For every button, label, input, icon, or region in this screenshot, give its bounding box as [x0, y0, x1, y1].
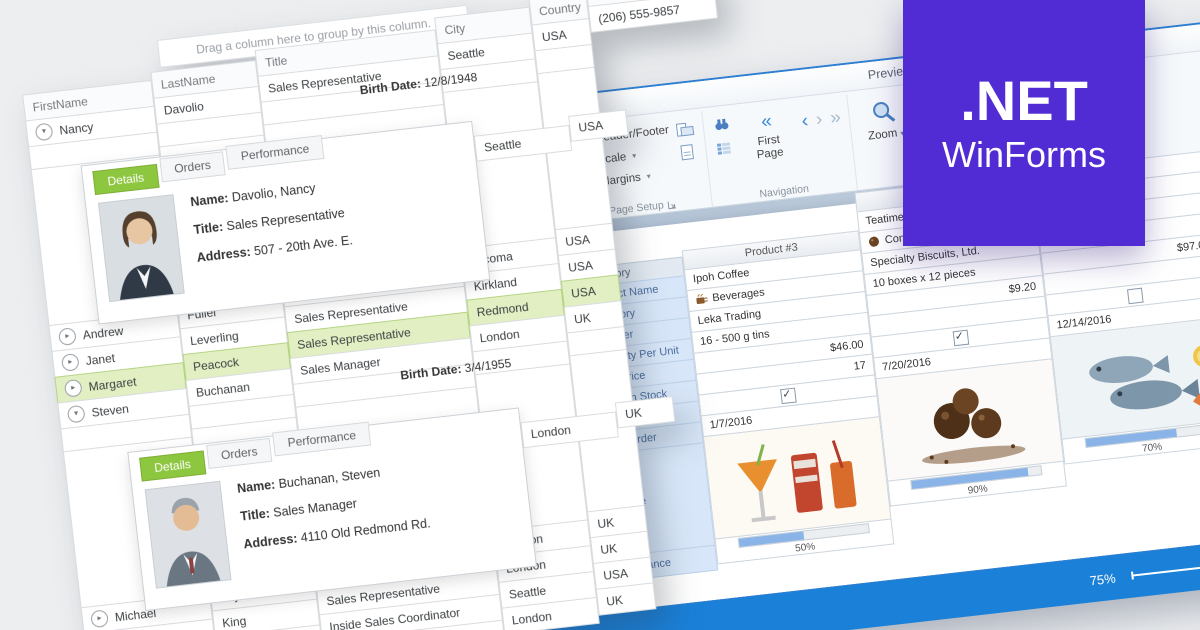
- last-page-button[interactable]: »: [829, 108, 842, 128]
- expand-row-icon[interactable]: ▸: [90, 609, 109, 628]
- magnifier-icon: [869, 97, 898, 126]
- zoom-value: 75%: [1089, 570, 1117, 588]
- collapse-row-icon[interactable]: ▾: [67, 405, 86, 424]
- tab-orders[interactable]: Orders: [159, 151, 226, 182]
- dotnet-winforms-badge: .NET WinForms: [903, 0, 1145, 246]
- expand-row-icon[interactable]: ▸: [64, 379, 83, 398]
- product-photo-fish: [1051, 317, 1200, 438]
- app-background: Drag a column here to group by this colu…: [0, 0, 1200, 630]
- employee-photo: [145, 481, 232, 589]
- employee-photo: [98, 194, 185, 302]
- expand-row-icon[interactable]: ▸: [61, 353, 80, 372]
- previous-page-button[interactable]: ‹: [801, 111, 809, 131]
- detail-address: Address: 4110 Old Redmond Rd.: [243, 516, 431, 551]
- zoom-control: 75%: [1089, 554, 1200, 588]
- next-page-button[interactable]: ›: [815, 110, 823, 130]
- grid-column-phone: (206) 555-9857: [585, 0, 718, 33]
- detail-name: Name: Davolio, Nancy: [190, 178, 347, 210]
- cell-picture: [1050, 316, 1200, 439]
- confection-icon: [867, 235, 880, 248]
- discontinued-checkbox: [952, 329, 969, 346]
- collapse-row-icon[interactable]: ▾: [35, 123, 54, 142]
- product-photo-truffles: [877, 359, 1063, 480]
- detail-fields: Name: Davolio, Nancy Title: Sales Repres…: [189, 175, 356, 292]
- detail-address: Address: 507 - 20th Ave. E.: [196, 233, 353, 265]
- discontinued-checkbox: [1126, 287, 1143, 304]
- expand-row-icon[interactable]: ▸: [58, 327, 77, 346]
- detail-title: Title: Sales Manager: [240, 488, 428, 523]
- badge-subtitle: WinForms: [942, 137, 1106, 173]
- employee-grid-window: Drag a column here to group by this colu…: [6, 0, 823, 630]
- detail-title: Title: Sales Representative: [193, 205, 350, 237]
- first-page-icon: «: [760, 112, 773, 132]
- grid-cell-phone[interactable]: (206) 555-9857: [588, 0, 718, 33]
- grid-cell-country[interactable]: UK: [596, 582, 657, 615]
- detail-fields: Name: Buchanan, Steven Title: Sales Mana…: [236, 458, 434, 579]
- zoom-slider[interactable]: [1131, 554, 1200, 583]
- tab-orders[interactable]: Orders: [206, 438, 273, 469]
- badge-title: .NET: [960, 73, 1088, 129]
